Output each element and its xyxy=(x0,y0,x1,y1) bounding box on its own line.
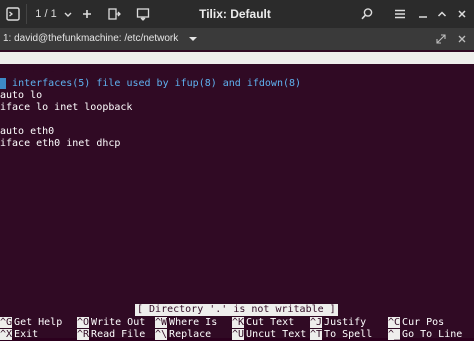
split-right-icon[interactable] xyxy=(107,0,121,28)
shortcut-to-spell[interactable]: ^T To Spell xyxy=(310,329,372,341)
line-text: auto lo xyxy=(0,90,43,101)
shortcut-label: To Spell xyxy=(324,329,373,340)
session-title[interactable]: 1: david@thefunkmachine: /etc/network xyxy=(3,28,178,50)
shortcut-uncut-text[interactable]: ^U Uncut Text xyxy=(232,329,306,341)
terminal-view[interactable]: GNU nano 2.9.3 interfaces # interfaces(5… xyxy=(0,50,474,341)
menu-icon[interactable] xyxy=(393,0,407,28)
shortcut-key: ^R xyxy=(77,329,90,340)
nano-version: GNU nano 2.9.3 xyxy=(8,64,93,75)
close-terminal-icon[interactable] xyxy=(457,34,467,47)
shortcut-label: Cut Text xyxy=(246,317,295,328)
editor-line[interactable]: iface lo inet loopback xyxy=(0,102,132,114)
editor-line[interactable]: auto lo xyxy=(0,90,42,102)
shortcut-replace[interactable]: ^\ Replace xyxy=(155,329,211,341)
editor-line[interactable]: # interfaces(5) file used by ifup(8) and… xyxy=(0,78,301,90)
shortcut-go-to-line[interactable]: ^_ Go To Line xyxy=(388,329,462,341)
window-title: Tilix: Default xyxy=(199,7,271,21)
shortcut-get-help[interactable]: ^G Get Help xyxy=(0,317,62,329)
shortcut-key: ^T xyxy=(310,329,323,340)
shortcut-cut-text[interactable]: ^K Cut Text xyxy=(232,317,294,329)
shortcut-key: ^\ xyxy=(155,329,168,340)
shortcut-key: ^_ xyxy=(388,329,401,340)
shortcut-label: Get Help xyxy=(14,317,63,328)
shortcut-key: ^J xyxy=(310,317,323,328)
shortcut-label: Cur Pos xyxy=(402,317,445,328)
shortcut-key: ^X xyxy=(0,329,13,340)
session-counter[interactable]: 1 / 1 xyxy=(31,0,61,28)
shortcut-key: ^U xyxy=(232,329,245,340)
shortcut-read-file[interactable]: ^R Read File xyxy=(77,329,145,341)
close-icon[interactable] xyxy=(456,0,468,28)
shortcut-justify[interactable]: ^J Justify xyxy=(310,317,366,329)
shortcut-key: ^G xyxy=(0,317,13,328)
shortcut-key: ^C xyxy=(388,317,401,328)
editor-line[interactable]: auto eth0 xyxy=(0,126,54,138)
maximize-terminal-icon[interactable] xyxy=(436,34,446,47)
chevron-down-icon[interactable] xyxy=(63,0,73,28)
window-titlebar: 1 / 1 Tilix: Default xyxy=(0,0,474,28)
search-icon[interactable] xyxy=(360,0,374,28)
minimize-icon[interactable] xyxy=(417,0,429,28)
add-terminal-icon[interactable] xyxy=(81,0,93,28)
shortcut-key: ^W xyxy=(155,317,168,328)
chevron-down-icon[interactable] xyxy=(188,35,198,46)
shortcut-bar: ^G Get Help ^O Write Out ^W Where Is ^K Cut … xyxy=(0,317,474,341)
shortcut-exit[interactable]: ^X Exit xyxy=(0,329,38,341)
editor-line[interactable]: iface eth0 inet dhcp xyxy=(0,138,120,150)
shortcut-key: ^O xyxy=(77,317,90,328)
line-text: interfaces(5) file used by ifup(8) and i… xyxy=(6,78,302,89)
shortcut-key: ^K xyxy=(232,317,245,328)
shortcut-cur-pos[interactable]: ^C Cur Pos xyxy=(388,317,444,329)
shortcut-label: Uncut Text xyxy=(246,329,307,340)
shortcut-label: Read File xyxy=(91,329,146,340)
line-text: iface lo inet loopback xyxy=(0,102,133,113)
line-text: iface eth0 inet dhcp xyxy=(0,138,121,149)
terminal-icon[interactable] xyxy=(6,0,20,28)
maximize-icon[interactable] xyxy=(436,0,448,28)
status-message: [ Directory '.' is not writable ] xyxy=(135,304,338,316)
separator xyxy=(26,4,27,24)
split-down-icon[interactable] xyxy=(136,0,150,28)
shortcut-label: Exit xyxy=(14,329,39,340)
shortcut-label: Write Out xyxy=(91,317,146,328)
terminal-session-bar: 1: david@thefunkmachine: /etc/network xyxy=(0,28,474,50)
nano-title-bar: GNU nano 2.9.3 interfaces xyxy=(0,52,474,87)
shortcut-write-out[interactable]: ^O Write Out xyxy=(77,317,145,329)
shortcut-label: Justify xyxy=(324,317,367,328)
shortcut-label: Go To Line xyxy=(402,329,463,340)
shortcut-label: Where Is xyxy=(169,317,218,328)
shortcut-where-is[interactable]: ^W Where Is xyxy=(155,317,217,329)
shortcut-label: Replace xyxy=(169,329,212,340)
line-text: auto eth0 xyxy=(0,126,55,137)
